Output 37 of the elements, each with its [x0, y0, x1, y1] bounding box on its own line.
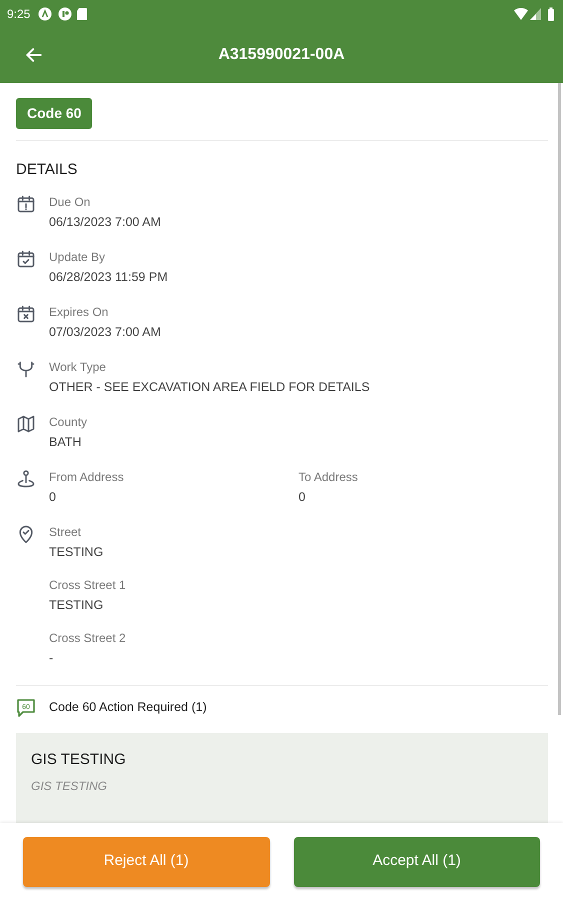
- field-label: County: [49, 414, 88, 430]
- field-label: Update By: [49, 248, 106, 264]
- field-value: 0: [49, 488, 57, 506]
- plug-icon: [16, 358, 36, 378]
- system-status-icons: [514, 6, 556, 20]
- field-label: From Address: [49, 468, 125, 484]
- field-label: Cross Street 2: [49, 630, 127, 646]
- field-value: 0: [298, 488, 306, 506]
- field-label: Street: [49, 524, 82, 540]
- location-pin-icon: [16, 468, 36, 488]
- field-value: TESTING: [49, 544, 104, 560]
- section-heading: DETAILS: [16, 160, 78, 180]
- calendar-check-icon: [16, 248, 36, 268]
- action-required-text: Code 60 Action Required (1): [49, 699, 207, 716]
- field-label: Cross Street 1: [49, 576, 127, 592]
- field-value: 07/03/2023 7:00 AM: [49, 324, 162, 340]
- code-badge: Code 60: [16, 98, 92, 129]
- accept-all-button[interactable]: Accept All (1): [294, 836, 540, 886]
- field-value: BATH: [49, 434, 82, 450]
- reject-all-button[interactable]: Reject All (1): [23, 836, 270, 886]
- back-arrow-icon: [24, 45, 44, 65]
- calendar-alert-icon: [16, 194, 36, 214]
- clock: 9:25: [7, 6, 30, 22]
- field-value: TESTING: [49, 596, 104, 614]
- member-title: GIS TESTING: [31, 750, 126, 770]
- field-value: 06/13/2023 7:00 AM: [49, 214, 162, 230]
- field-label: To Address: [298, 468, 359, 484]
- map-icon: [16, 414, 36, 434]
- field-label: Due On: [49, 194, 92, 210]
- member-subtitle: GIS TESTING: [31, 778, 108, 795]
- field-label: Work Type: [49, 358, 107, 374]
- window-title: A315990021-00A: [217, 45, 346, 65]
- field-value: OTHER - SEE EXCAVATION AREA FIELD FOR DETAILS: [49, 378, 371, 396]
- calendar-x-icon: [16, 304, 36, 324]
- field-value: -: [49, 650, 54, 666]
- field-label: Expires On: [49, 304, 110, 320]
- field-value: 06/28/2023 11:59 PM: [49, 268, 169, 286]
